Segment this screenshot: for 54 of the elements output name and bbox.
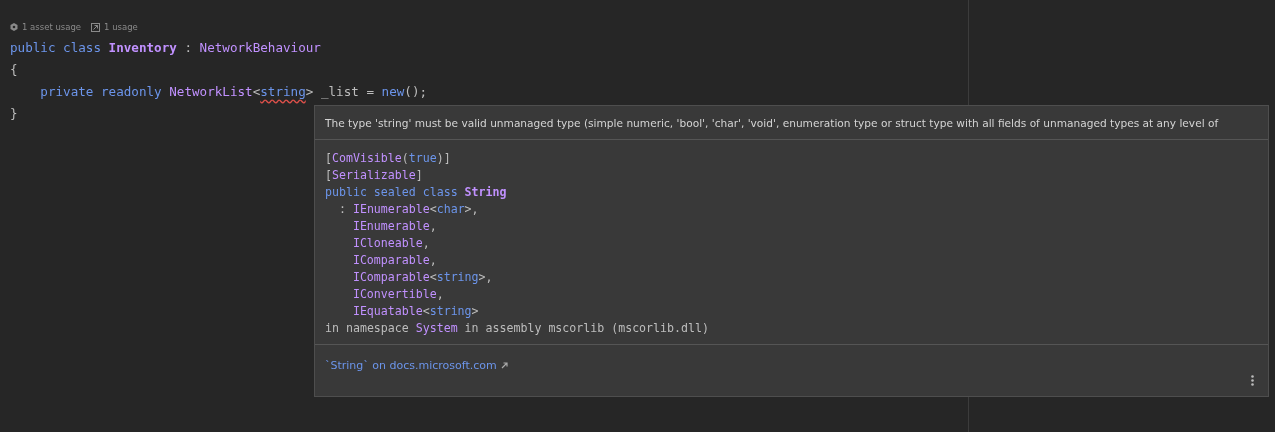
- code-token: [: [325, 167, 332, 184]
- code-token: in assembly mscorlib (mscorlib.dll): [463, 320, 709, 337]
- code-token: IComparable: [352, 252, 430, 269]
- code-token: in namespace: [325, 320, 410, 337]
- code-token: IEquatable: [352, 303, 423, 320]
- more-options-icon[interactable]: [1251, 375, 1254, 386]
- code-token: <: [422, 303, 430, 320]
- code-token: ,: [429, 218, 437, 235]
- code-token: >,: [478, 269, 493, 286]
- code-token: IComparable: [352, 269, 430, 286]
- code-token: >,: [464, 201, 479, 218]
- code-token: IConvertible: [352, 286, 437, 303]
- code-token: char: [436, 201, 465, 218]
- error-message: The type 'string' must be valid unmanaged type (simple numeric, 'bool', 'char', 'void', enumeration type or struct type with all fields of unmanaged types at any level of: [315, 106, 1268, 140]
- code-token: ]: [415, 167, 423, 184]
- code-token: String: [464, 184, 507, 201]
- code-token: <: [429, 201, 437, 218]
- code-token: IEnumerable: [352, 218, 430, 235]
- code-token: ICloneable: [352, 235, 423, 252]
- code-token: IEnumerable: [352, 201, 430, 218]
- code-token: Inventory: [108, 39, 177, 57]
- code-token: ();: [404, 83, 428, 101]
- code-token: true: [408, 150, 437, 167]
- docs-link[interactable]: `String` on docs.microsoft.com: [325, 359, 497, 372]
- external-arrow-icon: [91, 22, 101, 32]
- code-token: (: [401, 150, 409, 167]
- code-token: new: [381, 83, 405, 101]
- code-token: string: [436, 269, 479, 286]
- error-code-token: string: [260, 83, 306, 101]
- code-token: NetworkList: [169, 83, 253, 101]
- code-token: ,: [436, 286, 444, 303]
- usage-hint[interactable]: 1 usage: [91, 22, 138, 32]
- code-token: }: [10, 105, 18, 123]
- code-token: public sealed class: [325, 184, 459, 201]
- usage-hint[interactable]: 1 asset usage: [10, 22, 82, 32]
- code-token: :: [337, 201, 347, 218]
- code-token: public class: [10, 39, 102, 57]
- code-token: System: [415, 320, 458, 337]
- code-token: <: [252, 83, 261, 101]
- external-link-icon: [500, 362, 508, 369]
- code-token: )]: [436, 150, 451, 167]
- code-token: :: [183, 39, 193, 57]
- code-token: > _list =: [305, 83, 375, 101]
- code-token: NetworkBehaviour: [199, 39, 321, 57]
- code-token: string: [429, 303, 472, 320]
- code-token: private readonly: [39, 83, 163, 101]
- code-token: <: [429, 269, 437, 286]
- code-token: {: [10, 61, 18, 79]
- code-token: Serializable: [332, 167, 416, 184]
- code-token: [: [325, 150, 332, 167]
- code-token: ,: [422, 235, 430, 252]
- code-token: ,: [429, 252, 437, 269]
- code-token: ComVisible: [332, 150, 402, 167]
- code-token: >: [471, 303, 479, 320]
